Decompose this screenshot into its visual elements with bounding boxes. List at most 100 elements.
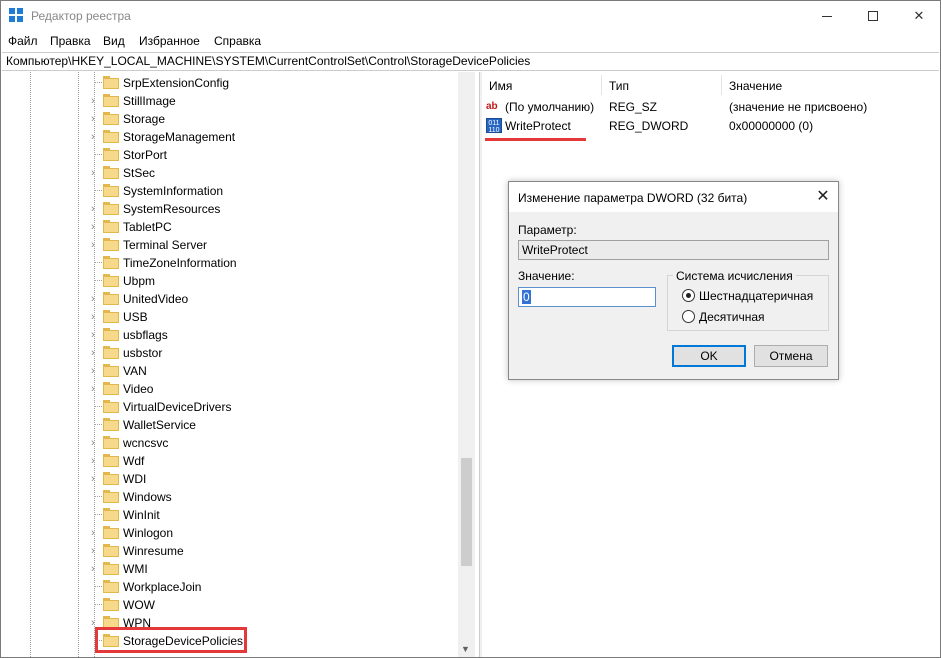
tree-item[interactable]: WorkplaceJoin [2,578,457,596]
chevron-right-icon[interactable]: › [91,203,101,215]
chevron-right-icon[interactable]: › [91,131,101,143]
tree-item[interactable]: SrpExtensionConfig [2,74,457,92]
chevron-right-icon[interactable]: › [91,473,101,485]
radio-hex-label[interactable]: Шестнадцатеричная [699,289,813,303]
menu-favorites[interactable]: Избранное [139,34,200,48]
folder-icon [103,508,119,521]
tree-item[interactable]: › TabletPC [2,218,457,236]
highlight-frame [95,627,247,653]
tree-item-label: UnitedVideo [123,292,189,306]
value-data: 0x00000000 (0) [729,119,814,133]
address-bar[interactable]: Компьютер\HKEY_LOCAL_MACHINE\SYSTEM\Curr… [2,52,939,71]
tree-item[interactable]: WalletService [2,416,457,434]
radio-hex[interactable] [682,289,695,302]
tree-scroll-thumb[interactable] [461,458,472,566]
tree-item[interactable]: SystemInformation [2,182,457,200]
tree-item[interactable]: › wcncsvc [2,434,457,452]
chevron-right-icon[interactable]: › [91,563,101,575]
radio-dec[interactable] [682,310,695,323]
tree-item[interactable]: StorPort [2,146,457,164]
column-type-header[interactable]: Тип [609,79,629,93]
pane-splitter[interactable] [479,72,482,657]
tree-item[interactable]: › Wdf [2,452,457,470]
tree-connector [94,154,102,155]
chevron-right-icon[interactable]: › [91,329,101,341]
list-row[interactable]: 011 110 WriteProtect REG_DWORD 0x0000000… [483,117,939,136]
tree-item[interactable]: Ubpm [2,272,457,290]
scroll-down-icon[interactable]: ▼ [461,644,470,654]
tree-item[interactable]: WOW [2,596,457,614]
folder-icon [103,418,119,431]
close-button[interactable]: ✕ [896,1,941,31]
close-icon: ✕ [913,8,925,23]
chevron-right-icon[interactable]: › [91,437,101,449]
list-header: Имя Тип Значение [483,75,939,95]
chevron-right-icon[interactable]: › [91,113,101,125]
tree-item-label: USB [123,310,148,324]
folder-icon [103,202,119,215]
value-input[interactable]: 0 [518,287,656,307]
folder-icon [103,382,119,395]
cancel-button[interactable]: Отмена [754,345,828,367]
tree-item-label: TabletPC [123,220,172,234]
chevron-right-icon[interactable]: › [91,293,101,305]
tree-item[interactable]: › StorageManagement [2,128,457,146]
menu-help[interactable]: Справка [214,34,261,48]
tree-item[interactable]: › Video [2,380,457,398]
tree-item-label: SystemInformation [123,184,224,198]
tree-connector [94,514,102,515]
tree-item[interactable]: › WDI [2,470,457,488]
folder-icon [103,112,119,125]
minimize-icon [822,16,832,17]
ok-button[interactable]: OK [672,345,746,367]
menu-file[interactable]: Файл [8,34,38,48]
chevron-right-icon[interactable]: › [91,365,101,377]
tree-item-label: SrpExtensionConfig [123,76,230,90]
tree-scrollbar[interactable]: ▼ [458,72,475,657]
tree-item[interactable]: › usbflags [2,326,457,344]
chevron-right-icon[interactable]: › [91,167,101,179]
tree-item-label: Terminal Server [123,238,208,252]
tree-item[interactable]: › USB [2,308,457,326]
chevron-right-icon[interactable]: › [91,545,101,557]
column-name-header[interactable]: Имя [489,79,512,93]
tree-item[interactable]: › SystemResources [2,200,457,218]
chevron-right-icon[interactable]: › [91,221,101,233]
tree-item[interactable]: › Winresume [2,542,457,560]
menu-edit[interactable]: Правка [50,34,91,48]
chevron-right-icon[interactable]: › [91,311,101,323]
tree-item[interactable]: › Winlogon [2,524,457,542]
tree-item[interactable]: › VAN [2,362,457,380]
list-row[interactable]: ab (По умолчанию) REG_SZ (значение не пр… [483,98,939,117]
maximize-button[interactable] [850,1,896,31]
folder-icon [103,184,119,197]
radio-dec-label[interactable]: Десятичная [699,310,765,324]
tree-item[interactable]: WinInit [2,506,457,524]
tree-item[interactable]: TimeZoneInformation [2,254,457,272]
chevron-right-icon[interactable]: › [91,95,101,107]
chevron-right-icon[interactable]: › [91,455,101,467]
tree-item[interactable]: › WMI [2,560,457,578]
dialog-close-icon[interactable]: ✕ [811,185,835,209]
tree-connector [94,82,102,83]
tree-item[interactable]: VirtualDeviceDrivers [2,398,457,416]
tree-item[interactable]: › Storage [2,110,457,128]
tree-item[interactable]: › usbstor [2,344,457,362]
folder-icon [103,562,119,575]
tree-item-label: Windows [123,490,172,504]
chevron-right-icon[interactable]: › [91,383,101,395]
tree-item[interactable]: Windows [2,488,457,506]
chevron-right-icon[interactable]: › [91,347,101,359]
column-value-header[interactable]: Значение [729,79,782,93]
menu-view[interactable]: Вид [103,34,125,48]
minimize-button[interactable] [804,1,850,31]
folder-icon [103,220,119,233]
tree-item[interactable]: › StillImage [2,92,457,110]
chevron-right-icon[interactable]: › [91,527,101,539]
folder-icon [103,580,119,593]
tree-item[interactable]: › Terminal Server [2,236,457,254]
chevron-right-icon[interactable]: › [91,239,101,251]
tree-item[interactable]: › StSec [2,164,457,182]
tree-item-label: WorkplaceJoin [123,580,202,594]
tree-item[interactable]: › UnitedVideo [2,290,457,308]
